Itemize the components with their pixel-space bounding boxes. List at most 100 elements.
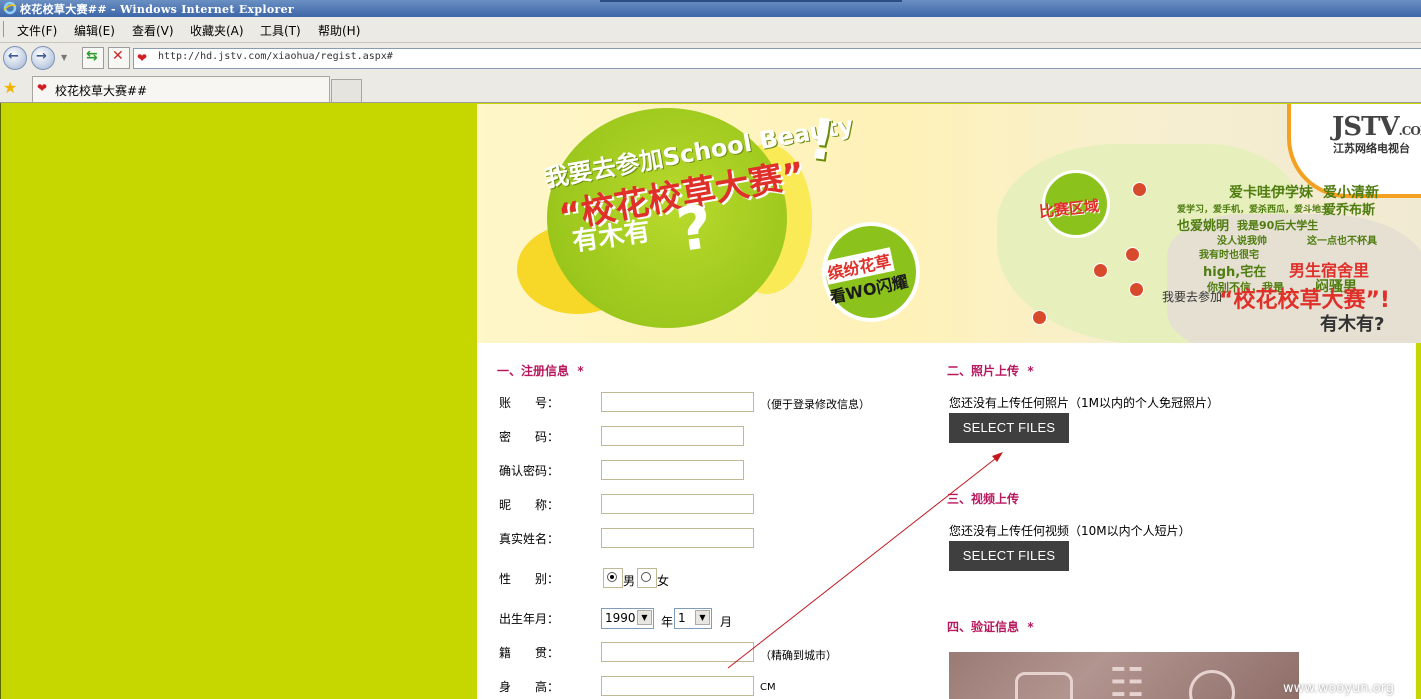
address-url: http://hd.jstv.com/xiaohua/regist.aspx# <box>158 51 393 62</box>
toolbar-grip[interactable] <box>3 21 6 37</box>
account-label: 账 号： <box>499 396 560 410</box>
gender-label: 性 别： <box>499 572 560 586</box>
select-video-button[interactable]: SELECT FILES <box>949 541 1069 571</box>
tag-item: 没人说我帅 <box>1217 236 1267 247</box>
section-registration-title: 一、注册信息 * <box>497 364 584 378</box>
required-mark: * <box>1027 620 1034 634</box>
radio-checked-icon <box>607 572 617 582</box>
menu-tools[interactable]: 工具(T) <box>260 22 301 39</box>
forward-arrow-icon: → <box>36 49 47 64</box>
required-mark: * <box>1027 364 1034 378</box>
map-marker[interactable] <box>1032 310 1047 325</box>
photo-note: 您还没有上传任何照片（1M以内的个人免冠照片） <box>949 396 1219 410</box>
chevron-down-icon: ▼ <box>637 610 652 625</box>
page-left-border <box>0 103 1 699</box>
month-unit: 月 <box>720 615 733 629</box>
birth-month-select[interactable]: 1 ▼ <box>674 608 712 629</box>
tag-item: 爱乔布斯 <box>1323 203 1376 218</box>
tag-item: 爱小清新 <box>1323 185 1379 201</box>
section-video-title: 三、视频上传 <box>947 492 1020 506</box>
section-verify-title: 四、验证信息 * <box>947 620 1034 634</box>
tag-item: 我是90后大学生 <box>1237 219 1319 232</box>
required-mark: * <box>577 364 584 378</box>
tag-item: 男生宿舍里 <box>1289 261 1370 280</box>
video-note: 您还没有上传任何视频（10M以内个人短片） <box>949 524 1191 538</box>
forward-button[interactable]: → <box>31 46 55 70</box>
map-marker[interactable] <box>1125 247 1140 262</box>
select-photo-button[interactable]: SELECT FILES <box>949 413 1069 443</box>
menu-edit[interactable]: 编辑(E) <box>74 22 115 39</box>
account-hint: （便于登录修改信息） <box>760 398 870 411</box>
confirm-password-input[interactable] <box>601 460 744 480</box>
account-input[interactable] <box>601 392 754 412</box>
window-title-bar: 校花校草大赛## - Windows Internet Explorer <box>0 0 1421 17</box>
tab-bar: ★ ❤ 校花校草大赛## <box>0 74 1421 103</box>
tab-current[interactable]: ❤ 校花校草大赛## <box>32 76 330 102</box>
address-input[interactable]: ❤ http://hd.jstv.com/xiaohua/regist.aspx… <box>133 48 1421 69</box>
captcha-glyph <box>1189 670 1235 699</box>
birth-year-select[interactable]: 1990 ▼ <box>601 608 654 629</box>
refresh-icon: ⇆ <box>86 48 98 64</box>
nickname-input[interactable] <box>601 494 754 514</box>
back-arrow-icon: ← <box>8 49 19 64</box>
origin-hint: （精确到城市） <box>760 649 837 662</box>
real-name-label: 真实姓名： <box>499 532 560 546</box>
origin-label: 籍 贯： <box>499 646 560 660</box>
tab-favicon-icon: ❤ <box>37 81 48 95</box>
refresh-button[interactable]: ⇆ <box>82 47 104 69</box>
new-tab-button[interactable] <box>331 79 362 102</box>
back-button[interactable]: ← <box>3 46 27 70</box>
origin-input[interactable] <box>601 642 754 662</box>
menu-file[interactable]: 文件(F) <box>17 22 57 39</box>
height-input[interactable] <box>601 676 754 696</box>
gender-male-radio[interactable] <box>603 568 623 588</box>
stop-button[interactable]: ✕ <box>108 47 130 69</box>
title-bar-strip <box>600 0 902 2</box>
contest-banner: 我要去参加School Beauty “校花校草大赛” 有木有 ? ! 缤纷花草… <box>477 104 1421 343</box>
menu-favorites[interactable]: 收藏夹(A) <box>190 22 244 39</box>
menu-help[interactable]: 帮助(H) <box>318 22 360 39</box>
tag-item: 这一点也不杯具 <box>1307 236 1377 247</box>
tag-item: 也爱姚明 <box>1177 219 1230 234</box>
jstv-logo[interactable]: JSTV.COM <box>1332 112 1421 142</box>
confirm-password-label: 确认密码： <box>499 464 560 478</box>
captcha-glyph: ☷ <box>1109 660 1145 699</box>
map-marker[interactable] <box>1132 182 1147 197</box>
real-name-input[interactable] <box>601 528 754 548</box>
tag-item: 爱卡哇伊学妹 <box>1229 185 1313 201</box>
year-unit: 年 <box>661 615 674 629</box>
tab-label: 校花校草大赛## <box>55 84 148 98</box>
tag-item: high,宅在 <box>1203 265 1267 280</box>
gender-female-radio[interactable] <box>637 568 657 588</box>
internet-explorer-icon <box>3 1 17 15</box>
birth-month-value: 1 <box>678 611 686 625</box>
map-marker[interactable] <box>1093 263 1108 278</box>
captcha-glyph <box>1015 672 1073 699</box>
menu-view[interactable]: 查看(V) <box>132 22 174 39</box>
registration-form: 一、注册信息 * 账 号： （便于登录修改信息） 密 码： 确认密码： 昵 称：… <box>477 343 1421 699</box>
section-photo-title: 二、照片上传 * <box>947 364 1034 378</box>
nickname-label: 昵 称： <box>499 498 560 512</box>
window-title: 校花校草大赛## - Windows Internet Explorer <box>20 3 294 16</box>
banner-slogan-prefix: 我要去参加 <box>1162 290 1223 304</box>
watermark-text: www.wooyun.org <box>1283 681 1395 696</box>
map-marker[interactable] <box>1129 282 1144 297</box>
favorites-star-icon[interactable]: ★ <box>3 78 17 97</box>
jstv-logo-subtitle: 江苏网络电视台 <box>1333 142 1410 155</box>
page-right-border <box>1416 343 1421 699</box>
height-label: 身 高： <box>499 680 560 694</box>
tag-item: 爱学习，爱手机，爱杀西瓜，爱斗地主 <box>1177 205 1331 215</box>
gender-male-label[interactable]: 男 <box>623 572 635 589</box>
stop-icon: ✕ <box>112 48 124 64</box>
password-input[interactable] <box>601 426 744 446</box>
gender-female-label[interactable]: 女 <box>657 572 669 589</box>
password-label: 密 码： <box>499 430 560 444</box>
address-toolbar: ← → ▼ ⇆ ✕ ❤ http://hd.jstv.com/xiaohua/r… <box>0 43 1421 74</box>
site-favicon-icon: ❤ <box>137 51 148 65</box>
menu-bar: 文件(F) 编辑(E) 查看(V) 收藏夹(A) 工具(T) 帮助(H) <box>0 17 1421 43</box>
tag-item: 我有时也很宅 <box>1199 250 1259 261</box>
birth-year-value: 1990 <box>605 611 636 625</box>
captcha-image[interactable]: ☷ <box>949 652 1299 699</box>
history-dropdown-icon[interactable]: ▼ <box>61 53 67 62</box>
radio-unchecked-icon <box>641 572 651 582</box>
